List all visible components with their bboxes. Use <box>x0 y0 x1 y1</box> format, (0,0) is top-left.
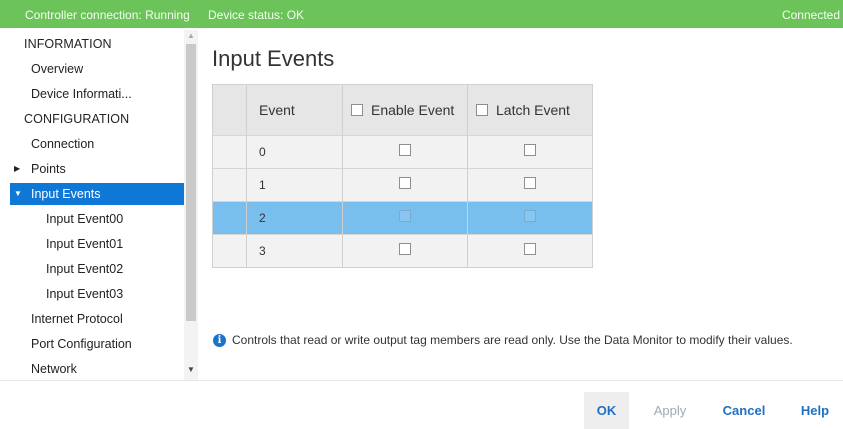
sidebar-item-overview[interactable]: Overview <box>10 58 184 80</box>
triangle-down-icon[interactable]: ▼ <box>14 183 22 205</box>
enable-event-header-label: Enable Event <box>371 102 455 118</box>
enable-event-checkbox[interactable] <box>399 144 411 156</box>
enable-event-checkbox[interactable] <box>399 243 411 255</box>
sidebar-scroll-thumb[interactable] <box>186 44 196 321</box>
latch-event-checkbox[interactable] <box>524 243 536 255</box>
enable-event-cell <box>343 235 468 267</box>
sidebar-section-information: INFORMATION <box>24 37 112 51</box>
event-number-cell: 3 <box>247 235 343 267</box>
column-header-event: Event <box>247 85 343 136</box>
ok-button[interactable]: OK <box>584 392 629 429</box>
input-events-table: Event Enable Event Latch Event 0 1 2 3 <box>212 84 593 268</box>
sidebar-item-port-configuration[interactable]: Port Configuration <box>10 333 184 355</box>
enable-event-checkbox[interactable] <box>399 177 411 189</box>
row-header-cell[interactable] <box>213 202 247 235</box>
latch-event-cell <box>468 235 592 267</box>
sidebar-item-connection[interactable]: Connection <box>10 133 184 155</box>
footer-divider <box>0 380 843 381</box>
sidebar-item-points[interactable]: ▶ Points <box>10 158 184 180</box>
table-row[interactable]: 3 <box>213 235 592 267</box>
info-message: i Controls that read or write output tag… <box>213 333 793 347</box>
scroll-down-arrow-icon[interactable]: ▼ <box>184 364 198 376</box>
column-header-enable-event: Enable Event <box>343 85 468 136</box>
scroll-up-arrow-icon[interactable]: ▲ <box>184 30 198 42</box>
event-number-cell: 1 <box>247 169 343 202</box>
sidebar-item-input-event01[interactable]: Input Event01 <box>10 233 184 255</box>
sidebar-navigation: INFORMATION Overview Device Informati...… <box>10 33 184 380</box>
info-icon: i <box>213 333 226 347</box>
latch-event-header-label: Latch Event <box>496 102 570 118</box>
event-number-cell: 0 <box>247 136 343 169</box>
connection-state: Connected <box>781 8 840 22</box>
enable-event-cell <box>343 169 468 202</box>
latch-event-cell <box>468 169 592 202</box>
device-status: Device status: OK <box>208 8 305 22</box>
table-header-row: Event Enable Event Latch Event <box>213 85 592 136</box>
latch-event-cell <box>468 202 592 235</box>
sidebar-item-input-event02[interactable]: Input Event02 <box>10 258 184 280</box>
sidebar-item-input-event00[interactable]: Input Event00 <box>10 208 184 230</box>
table-row-selected[interactable]: 2 <box>213 202 592 235</box>
page-title: Input Events <box>212 46 335 71</box>
enable-event-cell <box>343 136 468 169</box>
latch-event-checkbox[interactable] <box>524 177 536 189</box>
help-button[interactable]: Help <box>794 392 836 429</box>
table-row[interactable]: 1 <box>213 169 592 202</box>
row-header-cell[interactable] <box>213 136 247 169</box>
sidebar-item-input-events[interactable]: ▼ Input Events <box>10 183 184 205</box>
enable-all-checkbox[interactable] <box>351 104 363 116</box>
sidebar-item-device-information[interactable]: Device Informati... <box>10 83 184 105</box>
enable-event-checkbox[interactable] <box>399 210 411 222</box>
sidebar-section-configuration: CONFIGURATION <box>24 112 130 126</box>
sidebar-item-internet-protocol[interactable]: Internet Protocol <box>10 308 184 330</box>
latch-all-checkbox[interactable] <box>476 104 488 116</box>
info-message-text: Controls that read or write output tag m… <box>232 333 793 347</box>
latch-event-checkbox[interactable] <box>524 144 536 156</box>
triangle-right-icon[interactable]: ▶ <box>14 158 20 180</box>
row-header-cell[interactable] <box>213 235 247 267</box>
sidebar-item-network[interactable]: Network <box>10 358 184 380</box>
event-number-cell: 2 <box>247 202 343 235</box>
sidebar-item-input-event03[interactable]: Input Event03 <box>10 283 184 305</box>
apply-button[interactable]: Apply <box>645 392 695 429</box>
controller-connection-status: Controller connection: Running <box>25 8 190 22</box>
latch-event-cell <box>468 136 592 169</box>
cancel-button[interactable]: Cancel <box>716 392 772 429</box>
enable-event-cell <box>343 202 468 235</box>
column-header-latch-event: Latch Event <box>468 85 592 136</box>
table-row[interactable]: 0 <box>213 136 592 169</box>
latch-event-checkbox[interactable] <box>524 210 536 222</box>
row-header-corner <box>213 85 247 136</box>
row-header-cell[interactable] <box>213 169 247 202</box>
status-bar: Controller connection: Running Device st… <box>0 0 843 28</box>
